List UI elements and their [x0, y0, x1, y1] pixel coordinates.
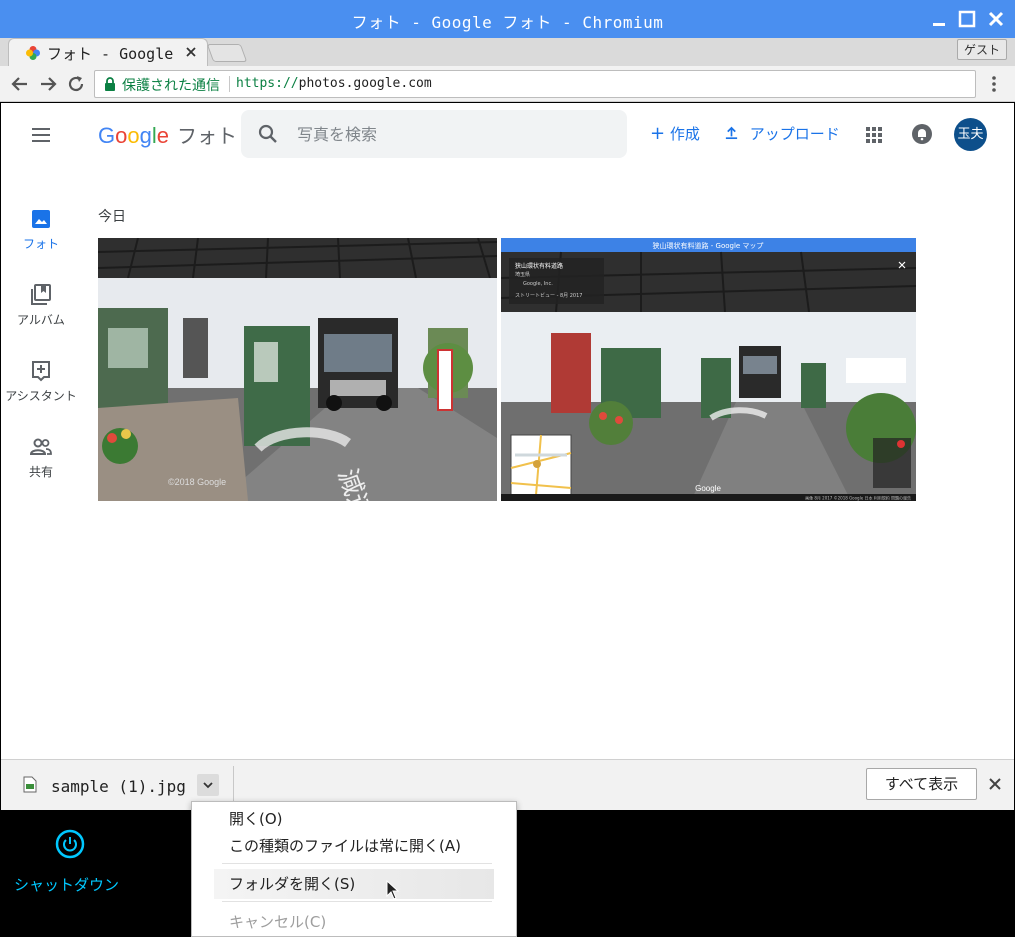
secure-connection-text: 保護された通信 — [122, 78, 220, 94]
screen: フォト - Google フォト - Chromium フォト - Google… — [0, 0, 1015, 937]
google-photos-favicon-icon — [26, 46, 40, 60]
create-button[interactable]: + 作成 — [650, 123, 700, 144]
sidebar-item-label: 共有 — [28, 465, 53, 479]
maps-place-sub: 埼玉県 — [515, 271, 530, 278]
upload-icon — [725, 126, 738, 140]
reload-icon[interactable] — [65, 73, 87, 95]
upload-label: アップロード — [749, 125, 840, 143]
photo-icon — [32, 210, 50, 228]
menu-item-open-folder[interactable]: フォルダを開く(S) — [229, 873, 355, 894]
google-photos-logo[interactable]: Google フォト — [98, 120, 237, 149]
sidebar-item-label: フォト — [22, 237, 59, 251]
photo-watermark: ©2018 Google — [168, 477, 226, 487]
maps-place-name: 狭山環状有料道路 — [515, 262, 563, 270]
close-icon[interactable] — [985, 8, 1007, 30]
omnibox-separator — [229, 76, 230, 92]
photo-thumbnail[interactable]: 狭山環状有料道路 - Google マップ 狭山環状有料道路 埼玉県 Googl… — [501, 238, 916, 501]
browser-toolbar: 保護された通信 https://photos.google.com — [0, 66, 1015, 102]
maximize-icon[interactable] — [956, 8, 978, 30]
shutdown-label[interactable]: シャットダウン — [14, 874, 119, 895]
chevron-down-icon — [203, 782, 213, 789]
url-host: photos.google.com — [298, 76, 432, 91]
plus-icon: + — [650, 123, 666, 144]
product-name: フォト — [177, 124, 238, 148]
menu-item-cancel: キャンセル(C) — [229, 913, 327, 931]
sidebar-item-assistant[interactable]: アシスタント — [1, 359, 81, 404]
download-context-menu: 開く(O) この種類のファイルは常に開く(A) フォルダを開く(S) キャンセル… — [191, 801, 517, 937]
minimize-icon[interactable] — [928, 8, 950, 30]
close-shelf-icon[interactable] — [986, 775, 1004, 793]
image-file-icon — [23, 776, 37, 793]
people-icon — [29, 438, 52, 455]
new-tab-button[interactable] — [206, 44, 248, 62]
browser-menu-icon[interactable] — [984, 74, 1004, 94]
maps-footer: 画像 8月 2017 ©2018 Google 日本 利用規約 問題の報告 — [805, 495, 911, 501]
window-title: フォト - Google フォト - Chromium — [351, 13, 664, 32]
search-icon[interactable] — [257, 123, 279, 145]
sidebar-item-albums[interactable]: アルバム — [1, 283, 81, 328]
maps-owner: Google, Inc. — [523, 281, 553, 287]
album-icon — [31, 284, 51, 305]
search-bar[interactable] — [241, 110, 627, 158]
date-section-title: 今日 — [98, 209, 126, 225]
avatar[interactable]: 玉夫 — [954, 118, 987, 151]
download-options-button[interactable] — [197, 774, 219, 796]
photo-thumbnail[interactable]: 減速 ©2018 Google — [98, 238, 497, 501]
maps-google-label: Google — [695, 484, 721, 493]
sidebar-item-sharing[interactable]: 共有 — [1, 435, 81, 480]
google-photos-page: Google フォト + 作成 アップロード — [1, 103, 1014, 759]
sidebar-item-label: アシスタント — [5, 389, 77, 403]
show-all-downloads-button[interactable]: すべて表示 — [866, 768, 977, 800]
url-text: https://photos.google.com — [236, 76, 432, 91]
apps-grid-icon[interactable] — [863, 124, 885, 146]
tab-title: フォト - Google フォト — [47, 45, 177, 63]
maps-date: ストリートビュー - 8月 2017 — [515, 292, 582, 299]
upload-button[interactable]: アップロード — [724, 123, 840, 144]
tab-close-icon[interactable] — [183, 44, 199, 60]
toll-gate-street-view-photo: 減速 ©2018 Google — [98, 238, 497, 501]
address-bar[interactable]: 保護された通信 https://photos.google.com — [94, 70, 976, 98]
lock-icon — [105, 77, 115, 91]
google-logo-text: Google — [98, 123, 170, 148]
window-titlebar[interactable]: フォト - Google フォト - Chromium — [0, 0, 1015, 38]
search-input[interactable] — [297, 122, 607, 146]
url-scheme: https:// — [236, 76, 299, 91]
assistant-icon — [32, 361, 50, 382]
shelf-divider — [233, 766, 234, 804]
tab-google-photos[interactable]: フォト - Google フォト — [8, 38, 208, 66]
notifications-bell-icon[interactable] — [911, 123, 933, 145]
menu-separator — [222, 863, 492, 864]
sidebar-item-photos[interactable]: フォト — [1, 207, 81, 252]
maps-window-title: 狭山環状有料道路 - Google マップ — [653, 241, 764, 250]
guest-profile-badge[interactable]: ゲスト — [956, 39, 1007, 60]
back-arrow-icon[interactable] — [9, 73, 31, 95]
mouse-cursor-icon — [386, 880, 400, 900]
tab-strip: フォト - Google フォト ゲスト — [0, 38, 1015, 66]
sidebar-item-label: アルバム — [17, 313, 65, 327]
forward-arrow-icon[interactable] — [37, 73, 59, 95]
download-file-name[interactable]: sample (1).jpg — [51, 777, 186, 796]
menu-item-open[interactable]: 開く(O) — [229, 808, 283, 829]
create-label: 作成 — [669, 125, 700, 143]
menu-item-always-open[interactable]: この種類のファイルは常に開く(A) — [229, 835, 461, 856]
main-menu-icon[interactable] — [29, 123, 53, 147]
menu-separator — [222, 901, 492, 902]
toll-gate-maps-screenshot: 狭山環状有料道路 - Google マップ 狭山環状有料道路 埼玉県 Googl… — [501, 238, 916, 501]
power-icon[interactable] — [55, 829, 85, 859]
